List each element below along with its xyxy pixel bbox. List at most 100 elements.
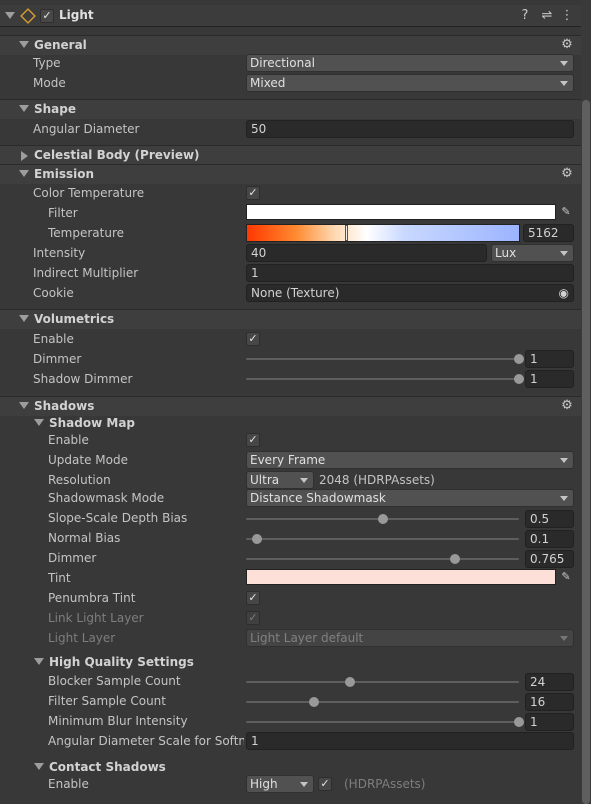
volumetrics-enable-checkbox[interactable]: ✓ — [246, 332, 260, 346]
indirect-multiplier-label: Indirect Multiplier — [33, 266, 139, 280]
color-temperature-checkbox[interactable]: ✓ — [246, 186, 260, 200]
blocker-slider-thumb[interactable] — [344, 677, 355, 687]
help-icon[interactable]: ? — [518, 9, 532, 23]
component-foldout-icon[interactable] — [5, 12, 15, 19]
section-shadows[interactable]: Shadows ⚙ — [0, 396, 581, 416]
section-general[interactable]: General ⚙ — [0, 35, 581, 55]
component-enabled-checkbox[interactable]: ✓ — [40, 9, 54, 23]
volumetric-dimmer-field[interactable]: 1 — [525, 350, 574, 368]
tint-color-swatch[interactable] — [246, 569, 556, 585]
blur-slider-thumb[interactable] — [514, 717, 524, 727]
section-shape[interactable]: Shape — [0, 99, 581, 119]
gear-icon[interactable]: ⚙ — [560, 38, 574, 52]
filter-slider-track[interactable] — [246, 701, 519, 703]
eyedropper-icon[interactable]: ✎ — [557, 203, 575, 221]
subsection-high-quality[interactable]: High Quality Settings — [0, 653, 581, 671]
subsection-title: Shadow Map — [49, 416, 136, 430]
section-celestial-body[interactable]: Celestial Body (Preview) — [0, 145, 581, 165]
resolution-note: 2048 (HDRPAssets) — [319, 473, 435, 487]
shadow-dimmer-field[interactable]: 0.765 — [525, 550, 574, 568]
normal-bias-slider-thumb[interactable] — [251, 534, 262, 544]
section-title: Emission — [34, 167, 94, 181]
penumbra-tint-label: Penumbra Tint — [48, 591, 136, 605]
intensity-unit-value: Lux — [495, 246, 517, 260]
scrollbar-thumb[interactable] — [582, 100, 590, 804]
filter-color-swatch[interactable] — [246, 204, 556, 220]
resolution-label: Resolution — [48, 473, 111, 487]
subsection-shadow-map[interactable]: Shadow Map — [0, 414, 581, 432]
chevron-down-icon — [560, 61, 568, 66]
mode-label: Mode — [33, 76, 66, 90]
shadow-enable-checkbox[interactable]: ✓ — [246, 433, 260, 447]
contact-quality-dropdown[interactable]: High — [246, 775, 314, 793]
intensity-field[interactable]: 40 — [246, 244, 487, 262]
chevron-down-icon — [19, 41, 29, 48]
volumetric-dimmer-slider-track[interactable] — [246, 358, 519, 360]
light-layer-dropdown[interactable]: Light Layer default — [246, 629, 574, 647]
type-dropdown[interactable]: Directional — [246, 54, 574, 72]
chevron-down-icon — [560, 251, 568, 256]
angular-diameter-field[interactable]: 50 — [246, 120, 574, 138]
section-title: Volumetrics — [34, 312, 115, 326]
gear-icon[interactable]: ⚙ — [560, 399, 574, 413]
temperature-gradient-slider[interactable] — [246, 224, 520, 242]
chevron-down-icon — [560, 496, 568, 501]
volumetric-shadow-dimmer-slider-track[interactable] — [246, 378, 519, 380]
shadow-dimmer-slider-thumb[interactable] — [449, 554, 460, 564]
volumetric-shadow-dimmer-label: Shadow Dimmer — [33, 372, 133, 386]
filter-slider-thumb[interactable] — [309, 697, 320, 707]
shadowmask-mode-dropdown[interactable]: Distance Shadowmask — [246, 489, 574, 507]
temperature-label: Temperature — [48, 226, 125, 240]
chevron-down-icon — [19, 105, 29, 112]
volumetric-shadow-dimmer-field[interactable]: 1 — [525, 370, 574, 388]
chevron-down-icon — [560, 458, 568, 463]
normal-bias-label: Normal Bias — [48, 531, 121, 545]
subsection-contact-shadows[interactable]: Contact Shadows — [0, 758, 581, 776]
indirect-multiplier-field[interactable]: 1 — [246, 264, 574, 282]
normal-bias-field[interactable]: 0.1 — [525, 530, 574, 548]
slope-scale-field[interactable]: 0.5 — [525, 510, 574, 528]
presets-icon[interactable]: ⇌ — [540, 9, 554, 23]
chevron-down-icon — [300, 782, 308, 787]
gear-icon[interactable]: ⚙ — [560, 167, 574, 181]
minimum-blur-intensity-label: Minimum Blur Intensity — [48, 714, 188, 728]
slope-scale-slider-thumb[interactable] — [377, 514, 388, 524]
shadowmask-mode-value: Distance Shadowmask — [250, 491, 386, 505]
penumbra-tint-checkbox[interactable]: ✓ — [246, 591, 260, 605]
section-volumetrics[interactable]: Volumetrics — [0, 309, 581, 329]
tint-label: Tint — [48, 571, 71, 585]
blocker-slider-track[interactable] — [246, 681, 519, 683]
blocker-sample-count-field[interactable]: 24 — [525, 673, 574, 691]
temperature-slider-handle[interactable] — [345, 225, 348, 241]
volumetric-dimmer-slider-thumb[interactable] — [514, 354, 524, 364]
chevron-down-icon — [19, 402, 29, 409]
mode-dropdown[interactable]: Mixed — [246, 74, 574, 92]
link-light-layer-checkbox[interactable]: ✓ — [246, 611, 260, 625]
angular-diameter-scale-field[interactable]: 1 — [246, 732, 574, 750]
temperature-field[interactable]: 5162 — [523, 224, 574, 242]
shadow-dimmer-slider-track[interactable] — [246, 558, 519, 560]
cookie-field[interactable]: None (Texture) ◉ — [246, 284, 574, 302]
chevron-down-icon — [300, 478, 308, 483]
blur-slider-track[interactable] — [246, 721, 519, 723]
angular-diameter-scale-label: Angular Diameter Scale for Softnes — [48, 734, 244, 748]
update-mode-label: Update Mode — [48, 453, 128, 467]
filter-label: Filter — [48, 206, 78, 220]
section-emission[interactable]: Emission ⚙ — [0, 164, 581, 184]
filter-sample-count-field[interactable]: 16 — [525, 693, 574, 711]
context-menu-icon[interactable]: ⋮ — [560, 9, 574, 23]
intensity-label: Intensity — [33, 246, 86, 260]
object-picker-icon[interactable]: ◉ — [559, 285, 569, 301]
contact-quality-value: High — [250, 777, 278, 791]
resolution-dropdown[interactable]: Ultra — [246, 471, 314, 489]
chevron-down-icon — [560, 81, 568, 86]
angular-diameter-label: Angular Diameter — [33, 122, 140, 136]
update-mode-dropdown[interactable]: Every Frame — [246, 451, 574, 469]
intensity-unit-dropdown[interactable]: Lux — [491, 244, 574, 262]
minimum-blur-intensity-field[interactable]: 1 — [525, 713, 574, 731]
normal-bias-slider-track[interactable] — [246, 538, 519, 540]
eyedropper-icon[interactable]: ✎ — [557, 568, 575, 586]
chevron-down-icon — [34, 419, 44, 426]
contact-enable-checkbox[interactable]: ✓ — [318, 777, 332, 791]
volumetric-shadow-dimmer-slider-thumb[interactable] — [514, 374, 524, 384]
